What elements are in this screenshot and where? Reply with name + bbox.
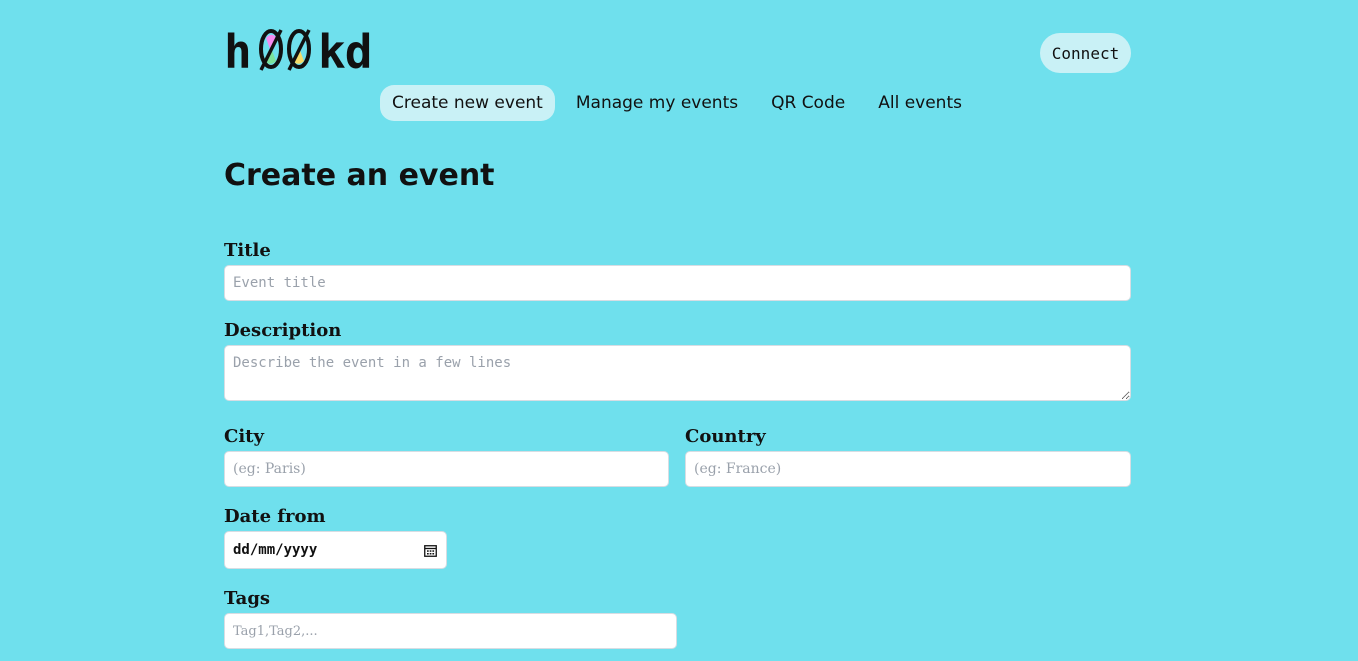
city-input[interactable]: [224, 451, 669, 487]
page-title: Create an event: [224, 158, 495, 193]
svg-text:h: h: [224, 28, 251, 74]
svg-text:kd: kd: [318, 28, 371, 74]
date-from-input[interactable]: dd/mm/yyyy: [224, 531, 447, 569]
date-from-value: dd/mm/yyyy: [233, 542, 318, 558]
country-label: Country: [685, 426, 766, 447]
tags-input[interactable]: [224, 613, 677, 649]
nav-manage-my-events[interactable]: Manage my events: [564, 85, 750, 121]
city-label: City: [224, 426, 264, 447]
page: h kd h00kd Connect Create new event Mana…: [0, 0, 1358, 661]
hookd-logo[interactable]: h kd h00kd: [224, 28, 376, 76]
description-label: Description: [224, 320, 342, 341]
nav-create-new-event[interactable]: Create new event: [380, 85, 555, 121]
nav-qr-code[interactable]: QR Code: [759, 85, 857, 121]
title-label: Title: [224, 240, 271, 261]
description-textarea[interactable]: [224, 345, 1131, 401]
hookd-logo-mark: h kd: [224, 28, 372, 74]
title-input[interactable]: [224, 265, 1131, 301]
connect-button[interactable]: Connect: [1040, 33, 1131, 73]
date-from-label: Date from: [224, 506, 326, 527]
country-input[interactable]: [685, 451, 1131, 487]
calendar-icon[interactable]: [424, 544, 437, 557]
tags-label: Tags: [224, 588, 271, 609]
nav-all-events[interactable]: All events: [866, 85, 974, 121]
main-nav: Create new event Manage my events QR Cod…: [380, 85, 983, 121]
